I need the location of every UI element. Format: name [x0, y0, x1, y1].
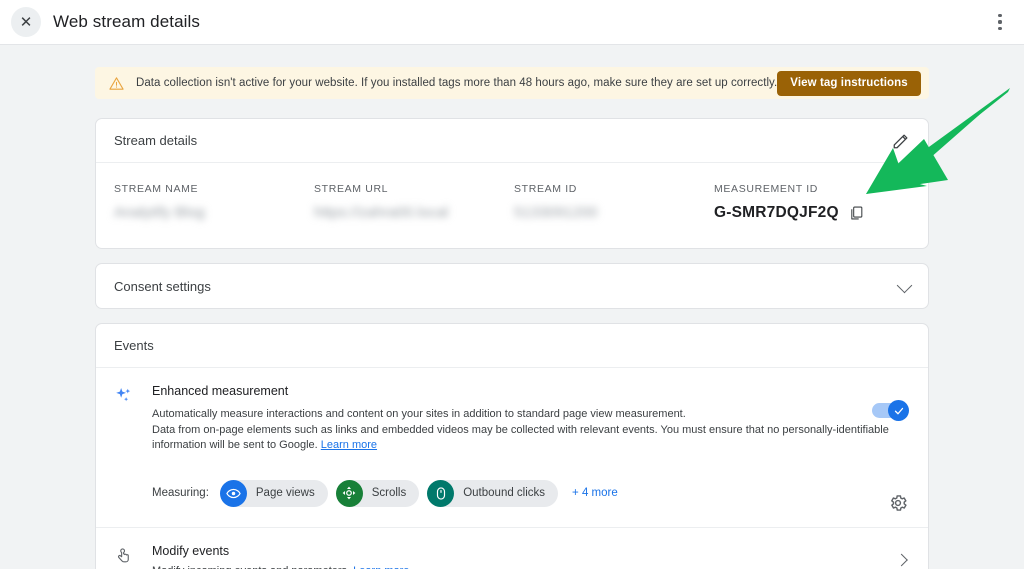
desc-text: Modify incoming events and parameters. [152, 565, 350, 569]
enhanced-measurement-learn-more[interactable]: Learn more [321, 439, 377, 451]
consent-settings-card[interactable]: Consent settings [95, 263, 929, 309]
stream-details-title: Stream details [114, 133, 198, 148]
stream-details-header: Stream details [96, 119, 928, 163]
consent-settings-header[interactable]: Consent settings [96, 264, 928, 308]
close-button[interactable]: ✕ [11, 7, 41, 37]
modify-events-desc: Modify incoming events and parameters. L… [152, 564, 910, 569]
pencil-edit-icon[interactable] [892, 132, 910, 150]
desc-text: Data from on-page elements such as links… [152, 423, 889, 452]
field-stream-id: STREAM ID 5133091200 [514, 183, 714, 222]
modify-events-learn-more[interactable]: Learn more [353, 565, 409, 569]
events-header: Events [96, 324, 928, 368]
chip-scrolls[interactable]: Scrolls [335, 479, 420, 507]
chip-label: Outbound clicks [463, 487, 546, 499]
chip-label: Scrolls [371, 487, 407, 499]
field-label: STREAM NAME [114, 183, 199, 195]
page-content: Data collection isn't active for your we… [0, 45, 1024, 569]
field-label: STREAM URL [314, 183, 389, 195]
field-value: 5133091200 [514, 204, 598, 221]
mouse-icon [427, 479, 455, 507]
page-title: Web stream details [53, 12, 200, 31]
chip-page-views[interactable]: Page views [219, 479, 328, 507]
field-stream-name: STREAM NAME Analytify Blog [114, 183, 314, 222]
page-header-bar: ✕ Web stream details [0, 0, 1024, 45]
enhanced-measurement-desc-2: Data from on-page elements such as links… [152, 423, 910, 454]
data-collection-warning-banner: Data collection isn't active for your we… [95, 67, 929, 99]
measuring-chips-row: Measuring: Page views Scrolls Outbound c… [152, 479, 910, 507]
enhanced-measurement-row: Enhanced measurement Automatically measu… [96, 368, 928, 528]
enhanced-measurement-desc-1: Automatically measure interactions and c… [152, 408, 686, 420]
modify-events-row[interactable]: Modify events Modify incoming events and… [96, 528, 928, 569]
field-value: https://zahra00.local [314, 204, 449, 221]
more-options-icon[interactable] [986, 8, 1014, 36]
chip-outbound-clicks[interactable]: Outbound clicks [427, 479, 559, 507]
tap-finger-icon [114, 544, 152, 569]
enhanced-measurement-toggle[interactable] [872, 400, 909, 421]
modify-events-title: Modify events [152, 543, 230, 558]
more-measurements-link[interactable]: + 4 more [572, 487, 618, 499]
scroll-target-icon [335, 479, 363, 507]
field-label: MEASUREMENT ID [714, 183, 818, 195]
copy-icon[interactable] [849, 205, 864, 221]
gear-icon[interactable] [888, 493, 908, 513]
eye-icon [219, 479, 247, 507]
sparkle-icon [114, 384, 152, 507]
stream-details-card: Stream details STREAM NAME Analytify Blo… [95, 118, 929, 249]
consent-settings-title: Consent settings [114, 278, 211, 294]
web-stream-details-page: ✕ Web stream details Data collection isn… [0, 0, 1024, 569]
chip-label: Page views [255, 487, 315, 499]
toggle-knob [888, 400, 909, 421]
events-title: Events [114, 338, 154, 353]
field-measurement-id: MEASUREMENT ID G-SMR7DQJF2Q [714, 183, 864, 222]
stream-details-fields: STREAM NAME Analytify Blog STREAM URL ht… [96, 163, 928, 248]
field-label: STREAM ID [514, 183, 578, 195]
warning-banner-text: Data collection isn't active for your we… [136, 77, 778, 89]
measuring-label: Measuring: [152, 487, 209, 499]
chevron-down-icon[interactable] [896, 277, 913, 294]
events-card: Events Enhanced measurement Automaticall… [95, 323, 929, 569]
measurement-id-value: G-SMR7DQJF2Q [714, 204, 839, 221]
field-value: Analytify Blog [114, 204, 205, 221]
enhanced-measurement-title: Enhanced measurement [152, 384, 289, 398]
warning-triangle-icon [109, 76, 124, 91]
field-stream-url: STREAM URL https://zahra00.local [314, 183, 514, 222]
view-tag-instructions-button[interactable]: View tag instructions [777, 70, 921, 96]
